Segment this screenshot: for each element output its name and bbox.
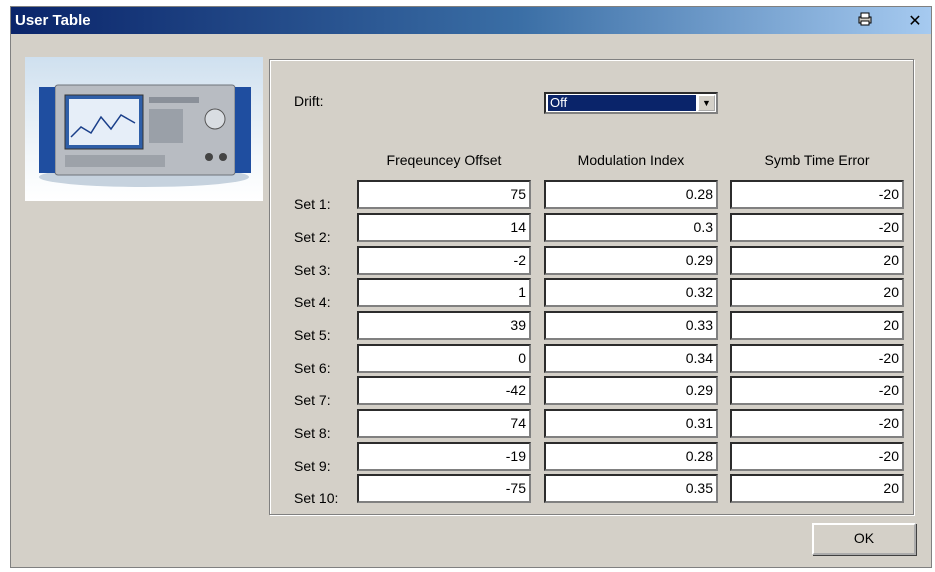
drift-select[interactable]: Off ▼ (544, 92, 718, 114)
frequency-offset-field[interactable]: -2 (357, 246, 531, 275)
modulation-index-field[interactable]: 0.28 (544, 442, 718, 471)
close-icon: ✕ (908, 11, 922, 30)
row-label: Set 2: (294, 229, 331, 245)
symb-time-error-field[interactable]: -20 (730, 442, 904, 471)
row-label: Set 8: (294, 425, 331, 441)
modulation-index-field[interactable]: 0.32 (544, 278, 718, 307)
row-label: Set 10: (294, 490, 339, 506)
modulation-index-field[interactable]: 0.29 (544, 376, 718, 405)
printer-icon (858, 12, 872, 26)
symb-time-error-field[interactable]: 20 (730, 246, 904, 275)
print-button[interactable] (855, 12, 875, 30)
symb-time-error-field[interactable]: -20 (730, 376, 904, 405)
frequency-offset-field[interactable]: 1 (357, 278, 531, 307)
modulation-index-field[interactable]: 0.29 (544, 246, 718, 275)
frequency-offset-field[interactable]: 0 (357, 344, 531, 373)
frequency-offset-field[interactable]: 74 (357, 409, 531, 438)
modulation-index-field[interactable]: 0.33 (544, 311, 718, 340)
window-title: User Table (15, 12, 91, 29)
modulation-index-field[interactable]: 0.28 (544, 180, 718, 209)
modulation-index-field[interactable]: 0.31 (544, 409, 718, 438)
row-label: Set 9: (294, 458, 331, 474)
frequency-offset-field[interactable]: 39 (357, 311, 531, 340)
frequency-offset-field[interactable]: 75 (357, 180, 531, 209)
drift-label: Drift: (294, 93, 324, 109)
settings-panel: Drift: Off ▼ Freqeuncey Offset Modulatio… (269, 59, 914, 515)
symb-time-error-field[interactable]: 20 (730, 278, 904, 307)
symb-time-error-field[interactable]: -20 (730, 409, 904, 438)
frequency-offset-field[interactable]: -75 (357, 474, 531, 503)
row-label: Set 3: (294, 262, 331, 278)
modulation-index-field[interactable]: 0.34 (544, 344, 718, 373)
symb-time-error-field[interactable]: 20 (730, 474, 904, 503)
drift-selected-value: Off (548, 95, 696, 111)
symb-time-error-field[interactable]: -20 (730, 344, 904, 373)
title-bar: User Table ✕ (11, 7, 931, 34)
device-image (25, 57, 263, 201)
row-label: Set 4: (294, 294, 331, 310)
column-header-frequency-offset: Freqeuncey Offset (386, 152, 502, 168)
close-button[interactable]: ✕ (905, 12, 925, 30)
row-label: Set 5: (294, 327, 331, 343)
row-label: Set 7: (294, 392, 331, 408)
user-table-dialog: User Table ✕ Drift: Off ▼ Freqeuncey Off… (10, 6, 932, 568)
ok-button[interactable]: OK (812, 523, 916, 555)
symb-time-error-field[interactable]: -20 (730, 213, 904, 242)
modulation-index-field[interactable]: 0.3 (544, 213, 718, 242)
column-header-symb-time-error: Symb Time Error (764, 152, 870, 168)
modulation-index-field[interactable]: 0.35 (544, 474, 718, 503)
frequency-offset-field[interactable]: -19 (357, 442, 531, 471)
frequency-offset-field[interactable]: 14 (357, 213, 531, 242)
row-label: Set 1: (294, 196, 331, 212)
chevron-down-icon[interactable]: ▼ (698, 95, 715, 111)
row-label: Set 6: (294, 360, 331, 376)
symb-time-error-field[interactable]: 20 (730, 311, 904, 340)
column-header-modulation-index: Modulation Index (577, 152, 685, 168)
symb-time-error-field[interactable]: -20 (730, 180, 904, 209)
frequency-offset-field[interactable]: -42 (357, 376, 531, 405)
